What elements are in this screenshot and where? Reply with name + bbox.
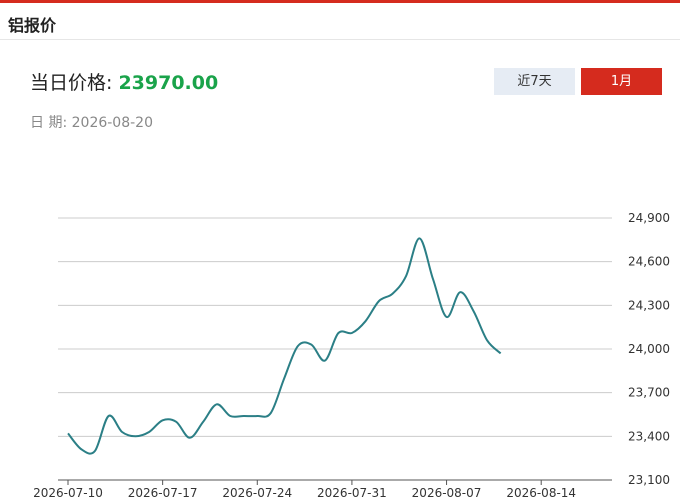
- y-tick-label: 23,700: [628, 386, 670, 400]
- y-tick-label: 24,300: [628, 298, 670, 312]
- x-tick-label: 2026-07-31: [317, 486, 387, 498]
- y-tick-label: 24,900: [628, 211, 670, 225]
- x-tick-label: 2026-07-17: [128, 486, 198, 498]
- y-tick-label: 24,000: [628, 342, 670, 356]
- x-tick-label: 2026-07-24: [222, 486, 292, 498]
- x-tick-label: 2026-08-07: [412, 486, 482, 498]
- price-line-chart: 23,100 23,400 23,700 24,000 24,300 24,600 24,9…: [33, 211, 670, 498]
- y-tick-label: 23,400: [628, 429, 670, 443]
- price-series-line: [67, 237, 502, 455]
- x-tick-label: 2026-07-10: [33, 486, 103, 498]
- y-tick-label: 23,100: [628, 473, 670, 487]
- y-tick-label: 24,600: [628, 255, 670, 269]
- x-tick-label: 2026-08-14: [506, 486, 576, 498]
